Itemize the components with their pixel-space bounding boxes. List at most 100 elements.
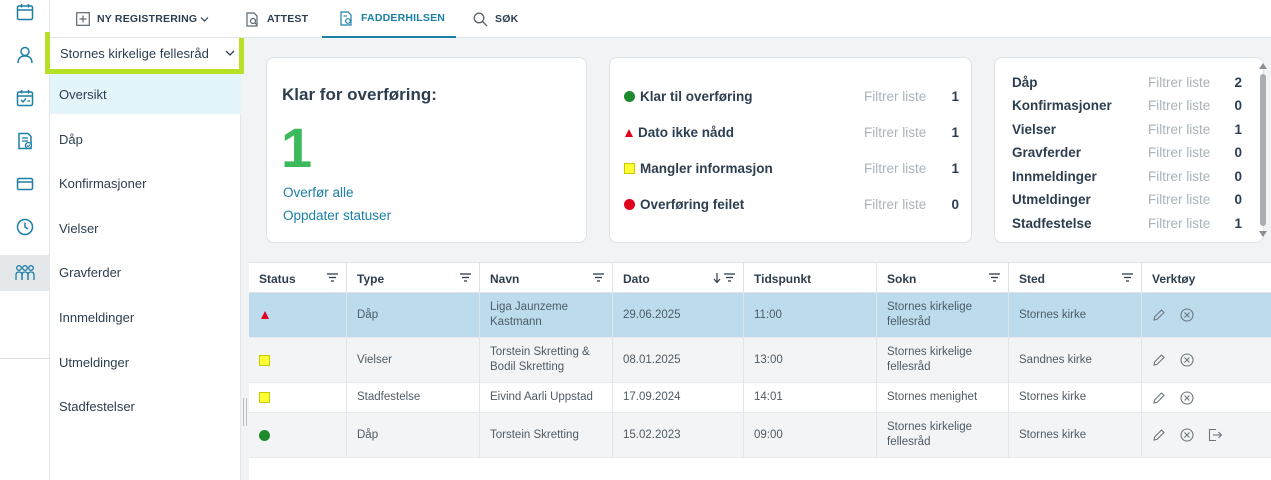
edit-icon[interactable] — [1152, 308, 1166, 322]
sidebar-item-stadfestelser[interactable]: Stadfestelser — [50, 386, 241, 426]
calendar-check-icon[interactable] — [0, 80, 50, 116]
top-bar: NY REGISTRERING ATTEST FADDERHILSEN SØK — [50, 0, 1271, 38]
table-row[interactable]: Dåp Liga Jaunzeme Kastmann 29.06.2025 11… — [249, 293, 1271, 338]
type-label: Utmeldinger — [1012, 192, 1091, 207]
tab-attest[interactable]: ATTEST — [245, 0, 308, 38]
column-type[interactable]: Type — [347, 263, 480, 294]
calendar-icon[interactable] — [0, 0, 50, 30]
sidebar-item-konfirmasjoner[interactable]: Konfirmasjoner — [50, 163, 241, 203]
clock-icon[interactable] — [0, 209, 50, 245]
filter-list-link[interactable]: Filtrer liste — [1148, 122, 1210, 137]
sidebar-item-innmeldinger[interactable]: Innmeldinger — [50, 297, 241, 337]
transfer-icon[interactable] — [1208, 428, 1223, 442]
sidebar-item-gravferder[interactable]: Gravferder — [50, 252, 241, 292]
filter-list-link[interactable]: Filtrer liste — [1148, 169, 1210, 184]
search-icon — [473, 12, 488, 26]
table-row[interactable]: Stadfestelse Eivind Aarli Uppstad 17.09.… — [249, 383, 1271, 413]
type-label: Dåp — [1012, 75, 1038, 90]
column-sokn[interactable]: Sokn — [877, 263, 1009, 294]
tab-ny-registrering[interactable]: NY REGISTRERING — [76, 0, 209, 38]
cards-scrollbar[interactable] — [1258, 60, 1268, 240]
filter-list-link[interactable]: Filtrer liste — [864, 197, 926, 212]
filter-list-link[interactable]: Filtrer liste — [864, 125, 926, 140]
column-sted[interactable]: Sted — [1009, 263, 1142, 294]
column-tidspunkt[interactable]: Tidspunkt — [744, 263, 877, 294]
filter-icon[interactable] — [327, 273, 338, 282]
sted-cell: Sandnes kirke — [1009, 338, 1142, 382]
people-icon[interactable] — [0, 255, 50, 291]
document-check-icon[interactable] — [0, 123, 50, 159]
sidebar-item-oversikt[interactable]: Oversikt — [50, 74, 241, 114]
table-row[interactable]: Vielser Torstein Skretting & Bodil Skret… — [249, 338, 1271, 383]
ready-count: 1 — [281, 116, 313, 179]
type-cell: Dåp — [347, 413, 480, 457]
column-label: Tidspunkt — [754, 271, 812, 286]
type-count: 1 — [1234, 216, 1242, 231]
column-label: Type — [357, 271, 385, 286]
sidebar: Stornes kirkelige fellesråd Oversikt Dåp… — [45, 0, 244, 480]
filter-icon[interactable] — [1122, 273, 1133, 282]
sidebar-item-dap[interactable]: Dåp — [50, 119, 241, 159]
filter-list-link[interactable]: Filtrer liste — [1148, 98, 1210, 113]
dato-cell: 08.01.2025 — [613, 338, 744, 382]
filter-list-link[interactable]: Filtrer liste — [864, 161, 926, 176]
filter-list-link[interactable]: Filtrer liste — [864, 89, 926, 104]
resize-handle[interactable] — [243, 398, 247, 426]
yellow-square-icon — [259, 354, 270, 366]
tab-label: NY REGISTRERING — [97, 13, 198, 25]
sokn-cell: Stornes kirkelige fellesråd — [877, 338, 1009, 382]
cancel-icon[interactable] — [1180, 308, 1194, 322]
scroll-up-icon — [1259, 63, 1267, 69]
edit-icon[interactable] — [1152, 428, 1166, 442]
filter-icon[interactable] — [460, 273, 471, 282]
filter-list-link[interactable]: Filtrer liste — [1148, 145, 1210, 160]
plus-square-icon — [76, 12, 90, 26]
filter-icon[interactable] — [724, 273, 735, 282]
column-status[interactable]: Status — [249, 263, 347, 294]
type-row: Konfirmasjoner Filtrer liste 0 — [1012, 98, 1242, 118]
sidebar-item-utmeldinger[interactable]: Utmeldinger — [50, 342, 241, 382]
edit-icon[interactable] — [1152, 353, 1166, 367]
update-status-link[interactable]: Oppdater statuser — [283, 208, 391, 223]
scrollbar-thumb[interactable] — [1260, 74, 1266, 226]
sidebar-item-label: Konfirmasjoner — [59, 175, 147, 191]
sidebar-item-label: Stadfestelser — [59, 398, 135, 414]
type-row: Dåp Filtrer liste 2 — [1012, 75, 1242, 95]
tab-fadderhilsen[interactable]: FADDERHILSEN — [322, 0, 456, 38]
sidebar-item-label: Gravferder — [59, 264, 122, 280]
type-cell: Vielser — [347, 338, 480, 382]
filter-icon[interactable] — [989, 273, 1000, 282]
sort-desc-icon[interactable] — [713, 273, 721, 283]
table-header: Status Type Navn Dato Tidspunkt Sokn Ste… — [249, 262, 1271, 294]
green-dot-icon — [259, 429, 270, 441]
status-cell — [249, 413, 347, 457]
tools-cell — [1142, 338, 1271, 382]
cancel-icon[interactable] — [1180, 353, 1194, 367]
column-label: Verktøy — [1152, 271, 1196, 286]
type-row: Vielser Filtrer liste 1 — [1012, 122, 1242, 142]
tools-cell — [1142, 293, 1271, 337]
column-verktoy: Verktøy — [1142, 263, 1271, 294]
filter-icon[interactable] — [593, 273, 604, 282]
registrations-table: Status Type Navn Dato Tidspunkt Sokn Ste… — [249, 262, 1271, 480]
status-count: 1 — [951, 125, 959, 140]
table-row[interactable]: Dåp Torstein Skretting 15.02.2023 09:00 … — [249, 413, 1271, 458]
edit-icon[interactable] — [1152, 391, 1166, 405]
column-navn[interactable]: Navn — [480, 263, 613, 294]
transfer-all-link[interactable]: Overfør alle — [283, 185, 354, 200]
org-selector[interactable]: Stornes kirkelige fellesråd — [45, 32, 244, 74]
filter-list-link[interactable]: Filtrer liste — [1148, 75, 1210, 90]
tab-sok[interactable]: SØK — [473, 0, 518, 38]
status-count: 1 — [951, 161, 959, 176]
column-dato[interactable]: Dato — [613, 263, 744, 294]
sidebar-item-vielser[interactable]: Vielser — [50, 208, 241, 248]
person-icon[interactable] — [0, 37, 50, 73]
filter-list-link[interactable]: Filtrer liste — [1148, 216, 1210, 231]
sokn-cell: Stornes kirkelige fellesråd — [877, 413, 1009, 457]
card-icon[interactable] — [0, 166, 50, 202]
status-cell — [249, 383, 347, 412]
filter-list-link[interactable]: Filtrer liste — [1148, 192, 1210, 207]
cancel-icon[interactable] — [1180, 390, 1194, 405]
cancel-icon[interactable] — [1180, 428, 1194, 442]
status-count: 1 — [951, 89, 959, 104]
